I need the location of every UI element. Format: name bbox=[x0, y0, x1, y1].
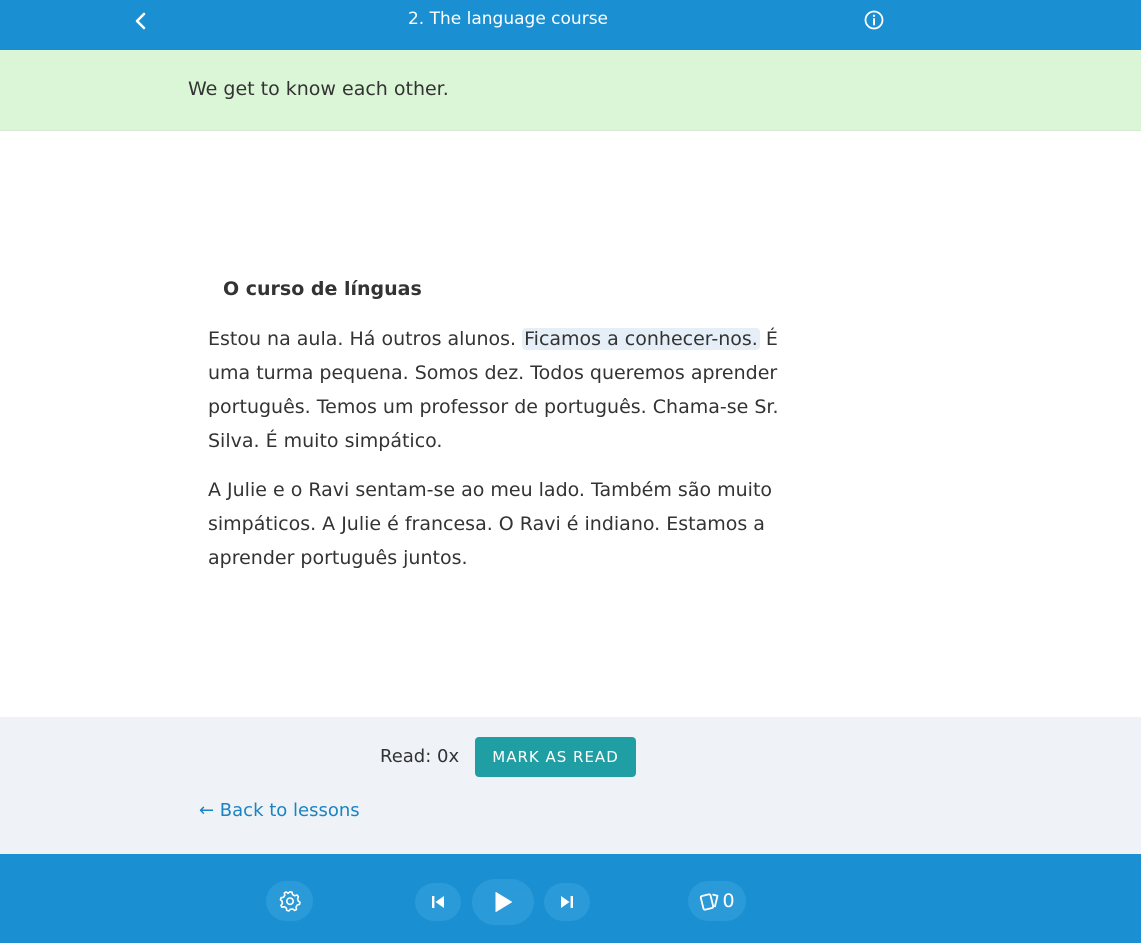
read-count: Read: 0x bbox=[380, 746, 460, 767]
flashcards-count: 0 bbox=[722, 890, 735, 912]
top-bar: 2. The language course bbox=[0, 0, 1141, 50]
previous-sentence-button[interactable] bbox=[415, 883, 461, 921]
info-icon bbox=[864, 10, 884, 30]
next-sentence-button[interactable] bbox=[544, 883, 590, 921]
highlighted-sentence[interactable]: Ficamos a conhecer-nos. bbox=[522, 328, 760, 350]
skip-previous-icon bbox=[432, 896, 444, 908]
skip-next-icon bbox=[561, 896, 573, 908]
audio-player-bar: 0 bbox=[0, 854, 1141, 943]
settings-button[interactable] bbox=[266, 881, 313, 921]
flashcards-icon bbox=[700, 893, 719, 911]
lesson-summary: We get to know each other. bbox=[188, 78, 449, 100]
lesson-footer: Read: 0x MARK AS READ ← Back to lessons bbox=[0, 717, 1141, 854]
play-icon bbox=[495, 892, 512, 912]
flashcards-button[interactable]: 0 bbox=[688, 881, 746, 921]
sentence-text[interactable]: Estou na aula. Há outros alunos. bbox=[208, 328, 522, 350]
lesson-paragraph-1: Estou na aula. Há outros alunos. Ficamos… bbox=[208, 322, 808, 458]
gear-icon bbox=[279, 891, 301, 912]
back-to-lessons-link[interactable]: ← Back to lessons bbox=[199, 800, 360, 821]
mark-as-read-button[interactable]: MARK AS READ bbox=[475, 737, 636, 777]
lesson-summary-bar: We get to know each other. bbox=[0, 50, 1141, 131]
lesson-content: O curso de línguas Estou na aula. Há out… bbox=[0, 131, 1141, 717]
lesson-heading: O curso de línguas bbox=[223, 278, 422, 300]
play-button[interactable] bbox=[472, 879, 534, 925]
info-button[interactable] bbox=[863, 9, 885, 31]
lesson-paragraph-2[interactable]: A Julie e o Ravi sentam-se ao meu lado. … bbox=[208, 473, 808, 575]
